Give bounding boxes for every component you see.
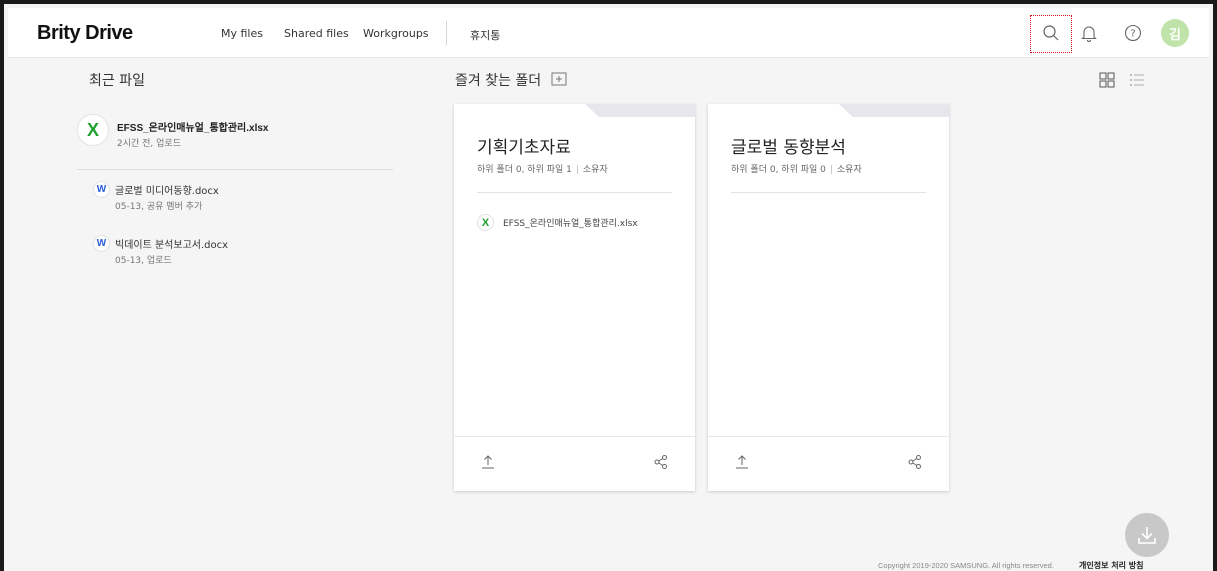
excel-file-icon: X xyxy=(477,214,494,231)
recent-divider xyxy=(77,169,393,170)
folder-title: 글로벌 동향분석 xyxy=(731,138,846,158)
grid-view-icon[interactable] xyxy=(1098,71,1116,89)
word-file-icon: W xyxy=(93,181,110,198)
recent-file-sub: 05-13, 공유 멤버 추가 xyxy=(115,202,203,212)
card-footer-divider xyxy=(454,436,695,437)
card-tab xyxy=(585,104,695,117)
download-icon xyxy=(1138,527,1156,544)
help-icon[interactable]: ? xyxy=(1121,21,1145,45)
excel-file-icon: X xyxy=(77,114,109,146)
favorites-title: 즐겨 찾는 폴더 xyxy=(455,73,542,89)
card-divider xyxy=(731,192,926,193)
upload-icon[interactable] xyxy=(480,454,496,470)
recent-file-name: 빅데이트 분석보고서.docx xyxy=(115,240,229,251)
copyright-text: Copyright 2019-2020 SAMSUNG. All rights … xyxy=(878,561,1054,570)
folder-file-name: EFSS_온라인매뉴얼_통합관리.xlsx xyxy=(503,219,638,229)
recent-main-file-name: EFSS_온라인매뉴얼_통합관리.xlsx xyxy=(117,123,269,134)
recent-file-name: 글로벌 미디어동향.docx xyxy=(115,186,219,197)
favorite-folder-card[interactable]: 기획기초자료 하위 폴더 0, 하위 파일 1 | 소유자 X EFSS_온라인매뉴… xyxy=(454,104,695,491)
top-bar: Brity Drive My files Shared files Workgr… xyxy=(8,8,1209,58)
recent-files-title: 최근 파일 xyxy=(89,73,145,89)
nav-trash[interactable]: 휴지통 xyxy=(470,27,500,43)
share-icon[interactable] xyxy=(653,454,669,470)
share-icon[interactable] xyxy=(907,454,923,470)
nav-my-files[interactable]: My files xyxy=(221,27,263,40)
word-file-icon: W xyxy=(93,235,110,252)
app-frame: Brity Drive My files Shared files Workgr… xyxy=(0,0,1217,571)
favorite-folder-card[interactable]: 글로벌 동향분석 하위 폴더 0, 하위 파일 0 | 소유자 xyxy=(708,104,949,491)
recent-main-file-sub: 2시간 전, 업로드 xyxy=(117,139,181,149)
folder-title: 기획기초자료 xyxy=(477,138,571,158)
list-view-icon[interactable] xyxy=(1128,71,1146,89)
privacy-policy-link[interactable]: 개인정보 처리 방침 xyxy=(1079,560,1143,571)
search-icon[interactable] xyxy=(1039,21,1063,45)
folder-meta: 하위 폴더 0, 하위 파일 1 | 소유자 xyxy=(477,165,608,175)
nav-shared-files[interactable]: Shared files xyxy=(284,27,349,40)
add-folder-icon[interactable] xyxy=(551,71,567,87)
folder-meta: 하위 폴더 0, 하위 파일 0 | 소유자 xyxy=(731,165,862,175)
avatar[interactable]: 김 xyxy=(1161,19,1189,47)
nav-workgroups[interactable]: Workgroups xyxy=(363,27,429,40)
svg-text:?: ? xyxy=(1130,29,1135,40)
card-tab xyxy=(839,104,949,117)
bell-icon[interactable] xyxy=(1077,21,1101,45)
nav-divider xyxy=(446,21,447,45)
download-button[interactable] xyxy=(1125,513,1169,557)
upload-icon[interactable] xyxy=(734,454,750,470)
recent-file-sub: 05-13, 업로드 xyxy=(115,256,172,266)
card-divider xyxy=(477,192,672,193)
card-footer-divider xyxy=(708,436,949,437)
logo[interactable]: Brity Drive xyxy=(37,22,133,45)
